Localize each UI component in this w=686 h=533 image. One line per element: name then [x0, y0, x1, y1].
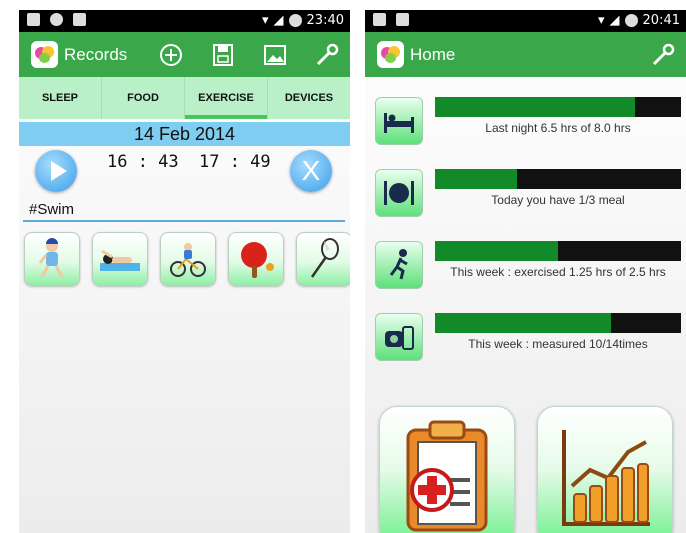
app-logo-icon[interactable] — [377, 41, 404, 68]
exercise-progress-text: This week : exercised 1.25 hrs of 2.5 hr… — [450, 265, 666, 279]
exercise-stat[interactable]: This week : exercised 1.25 hrs of 2.5 hr… — [375, 241, 681, 301]
category-tabs: SLEEP FOOD EXERCISE DEVICES — [19, 77, 350, 119]
activity-input[interactable] — [23, 198, 345, 222]
badminton-icon — [310, 238, 339, 278]
food-progress-text: Today you have 1/3 meal — [491, 193, 625, 207]
wifi-icon: ▾ — [598, 13, 605, 28]
devices-progress-bar — [435, 313, 681, 333]
action-bar: Home — [365, 32, 686, 77]
charts-button[interactable] — [537, 406, 673, 533]
image-icon[interactable] — [262, 42, 288, 68]
cycling-activity-button[interactable] — [160, 232, 216, 286]
bed-icon — [375, 97, 423, 145]
app-notification-icon — [50, 13, 63, 26]
action-bar: Records — [19, 32, 350, 77]
runner-icon — [375, 241, 423, 289]
end-time[interactable]: 17 : 49 — [199, 152, 271, 172]
start-button[interactable] — [35, 150, 77, 192]
swimming-activity-button[interactable] — [92, 232, 148, 286]
signal-icon: ◢ — [609, 13, 620, 28]
swimming-icon — [100, 249, 140, 271]
badminton-activity-button[interactable] — [296, 232, 350, 286]
stop-button[interactable]: X — [290, 150, 332, 192]
status-time: 20:41 — [642, 13, 680, 28]
food-stat[interactable]: Today you have 1/3 meal — [375, 169, 681, 229]
meal-icon — [375, 169, 423, 217]
wrench-icon[interactable] — [650, 42, 676, 68]
image-notification-icon — [27, 13, 40, 26]
sleep-progress-bar — [435, 97, 681, 117]
sleep-progress-text: Last night 6.5 hrs of 8.0 hrs — [485, 121, 631, 135]
sleep-stat[interactable]: Last night 6.5 hrs of 8.0 hrs — [375, 97, 681, 157]
status-bar: ▾ ◢ 20:41 — [365, 10, 686, 32]
tab-sleep[interactable]: SLEEP — [19, 77, 102, 119]
tab-devices[interactable]: DEVICES — [268, 77, 350, 119]
camera-notification-icon — [396, 13, 409, 26]
battery-icon — [288, 14, 302, 27]
status-bar: ▾ ◢ 23:40 — [19, 10, 350, 32]
page-title: Records — [64, 44, 128, 64]
wifi-icon: ▾ — [262, 13, 269, 28]
devices-icon — [375, 313, 423, 361]
records-button[interactable] — [379, 406, 515, 533]
shield-notification-icon — [373, 13, 386, 26]
page-title: Home — [410, 44, 456, 64]
bar-chart-icon — [562, 430, 650, 526]
devices-stat[interactable]: This week : measured 10/14times — [375, 313, 681, 373]
date-display[interactable]: 14 Feb 2014 — [19, 122, 350, 146]
running-icon — [38, 238, 64, 278]
app-logo-icon[interactable] — [31, 41, 58, 68]
start-time[interactable]: 16 : 43 — [107, 152, 179, 172]
battery-icon — [624, 14, 638, 27]
cycling-icon — [170, 243, 206, 277]
status-time: 23:40 — [306, 13, 344, 28]
exercise-progress-bar — [435, 241, 681, 261]
activity-picker — [24, 232, 350, 286]
wrench-icon[interactable] — [314, 42, 340, 68]
save-icon[interactable] — [210, 42, 236, 68]
tab-food[interactable]: FOOD — [102, 77, 185, 119]
shield-notification-icon — [73, 13, 86, 26]
records-screen: ▾ ◢ 23:40 Records SLEEP FOOD EXERCISE DE… — [19, 10, 350, 533]
food-progress-bar — [435, 169, 681, 189]
home-screen: ▾ ◢ 20:41 Home Last night 6.5 hrs of 8.0… — [365, 10, 686, 533]
signal-icon: ◢ — [273, 13, 284, 28]
clipboard-medical-icon — [406, 420, 488, 532]
table-tennis-activity-button[interactable] — [228, 232, 284, 286]
tab-exercise[interactable]: EXERCISE — [185, 77, 268, 119]
running-activity-button[interactable] — [24, 232, 80, 286]
add-icon[interactable] — [158, 42, 184, 68]
devices-progress-text: This week : measured 10/14times — [468, 337, 648, 351]
table-tennis-icon — [241, 242, 274, 278]
